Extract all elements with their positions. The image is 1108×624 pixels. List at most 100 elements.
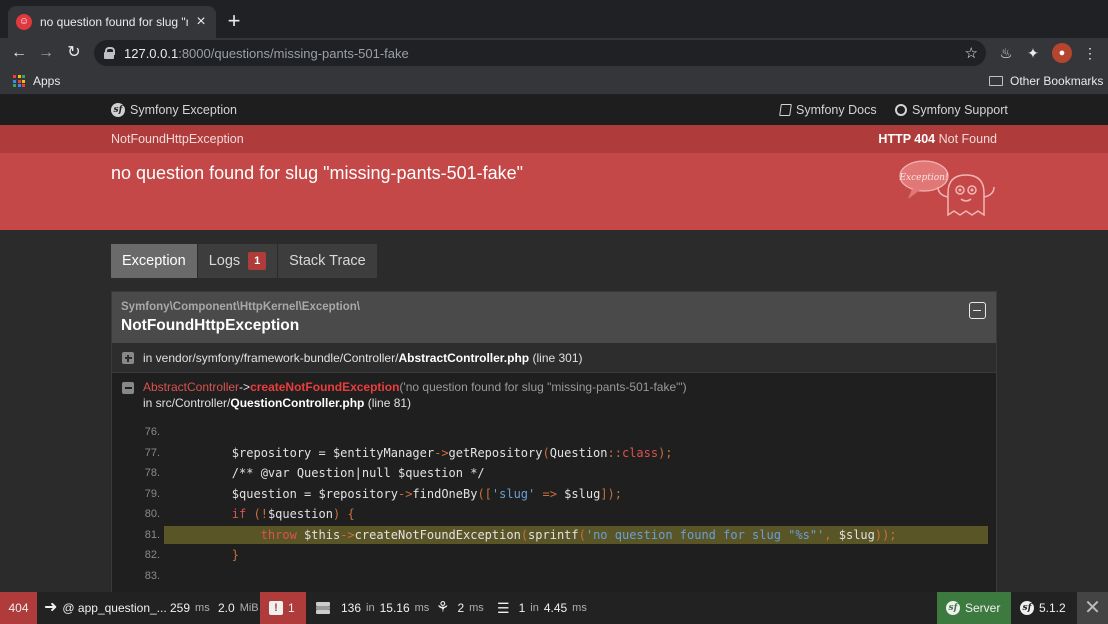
close-toolbar-icon[interactable]: ✕ [1077,592,1108,624]
symfony-version: 5.1.2 [1039,601,1066,615]
line-number: 77. [144,446,160,459]
forward-arrow-icon[interactable]: → [35,42,57,64]
frame-line: (line 81) [367,396,412,410]
page-content: sf Symfony Exception Symfony Docs Symfon… [0,95,1108,592]
frame-args: ('no question found for slug "missing-pa… [399,380,687,394]
database-item[interactable]: ☰ 1 in 4.45 ms [497,592,587,624]
tab-logs-label: Logs [208,253,241,269]
exceptions-item[interactable]: ! 1 [260,592,306,624]
frame-location: in vendor/symfony/framework-bundle/Contr… [143,351,583,365]
code-line: 80. if (!$question) { [112,504,996,524]
status-code-badge[interactable]: 404 [0,592,37,624]
tab-stack-trace[interactable]: Stack Trace [278,244,377,278]
database-icon: ☰ [497,600,510,616]
new-tab-button[interactable]: + [224,8,244,34]
debug-toolbar: 404 ➜ @ app_question_... 259 ms 2.0 MiB ! … [0,592,1108,624]
puzzle-extensions-icon[interactable]: ✦ [1023,43,1043,63]
collapse-trace-icon[interactable] [969,302,986,319]
templates-time: 15.16 [379,601,410,615]
exclamation-icon: ! [269,601,283,615]
collapse-minus-icon[interactable] [122,382,134,394]
frame-line: (line 301) [532,351,583,365]
lock-icon [104,47,115,59]
back-arrow-icon[interactable]: ← [8,42,30,64]
memory-value: 2.0 [218,601,235,615]
docs-label: Symfony Docs [796,103,877,117]
tab-logs[interactable]: Logs 1 [197,244,278,278]
tab-exception[interactable]: Exception [111,244,197,278]
arrow-right-icon: ➜ [44,599,58,616]
time-value: 259 [170,601,191,615]
symfony-support-link[interactable]: Symfony Support [895,103,1008,117]
code-line: 78. /** @var Question|null $question */ [112,463,996,483]
trace-frame[interactable]: in vendor/symfony/framework-bundle/Contr… [112,343,996,373]
address-bar[interactable]: 127.0.0.1:8000/questions/missing-pants-5… [94,40,986,66]
tab-title: no question found for slug "missing-pant… [40,15,188,29]
templates-count: 136 [341,601,362,615]
server-item[interactable]: sf Server [937,592,1011,624]
line-number: 83. [144,569,160,582]
brand-label: Symfony Exception [130,103,237,117]
route-name: @ app_question_... [62,601,167,615]
line-source: $repository = $entityManager->getReposit… [174,445,673,460]
route-item[interactable]: ➜ @ app_question_... [44,592,167,624]
status-code: 404 [8,601,29,615]
templates-unit: ms [414,602,430,614]
reload-icon[interactable]: ↻ [63,42,85,64]
exception-message-banner: no question found for slug "missing-pant… [0,153,1108,230]
templates-in: in [366,602,375,614]
browser-tab[interactable]: ☺ no question found for slug "missing-pa… [8,6,216,38]
profile-avatar[interactable]: ● [1052,43,1072,63]
symfony-brand: sf Symfony Exception [111,103,237,117]
twig-item[interactable]: ⚘ 2 ms [436,592,484,624]
folder-icon [989,76,1003,86]
bookmarks-bar: Apps Other Bookmarks [0,68,1108,95]
fire-extension-icon[interactable]: ♨ [996,43,1016,63]
tab-exception-label: Exception [122,253,186,269]
code-line: 77. $repository = $entityManager->getRep… [112,443,996,463]
line-source: $question = $repository->findOneBy(['slu… [174,486,622,501]
code-line: 79. $question = $repository->findOneBy([… [112,484,996,504]
frame-call: AbstractController->createNotFoundExcept… [143,380,687,394]
code-line: 83. [112,566,996,586]
browser-toolbar: ← → ↻ 127.0.0.1:8000/questions/missing-p… [0,38,1108,68]
symfony-version-item[interactable]: sf 5.1.2 [1011,592,1077,624]
time-item[interactable]: 259 ms [170,592,210,624]
symfony-docs-link[interactable]: Symfony Docs [779,103,877,117]
templates-item[interactable]: 136 in 15.16 ms [316,592,429,624]
symfony-logo-icon: sf [1020,601,1034,615]
support-label: Symfony Support [912,103,1008,117]
exception-namespace: Symfony\Component\HttpKernel\Exception\ [121,301,360,313]
apps-grid-icon[interactable] [13,75,25,87]
symfony-logo-icon: sf [946,601,960,615]
browser-tab-strip: ☺ no question found for slug "missing-pa… [0,0,1108,38]
trace-panel: Symfony\Component\HttpKernel\Exception\ … [111,291,997,592]
db-in: in [530,602,539,614]
frame-class: AbstractController [143,380,240,394]
menu-dots-icon[interactable]: ⋮ [1080,43,1100,63]
exception-class: NotFoundHttpException [111,132,244,146]
twig-time: 2 [457,601,465,615]
code-line: 76. [112,422,996,442]
symfony-logo-icon: sf [111,103,125,117]
line-source: } [231,548,240,562]
expand-plus-icon[interactable] [122,352,134,364]
other-bookmarks[interactable]: Other Bookmarks [989,74,1103,88]
close-tab-icon[interactable]: × [194,13,208,31]
code-line: 81. throw $this->createNotFoundException… [112,525,996,545]
bookmark-star-icon[interactable]: ☆ [965,44,978,62]
apps-bookmark[interactable]: Apps [33,74,60,88]
time-unit: ms [195,602,210,614]
memory-item[interactable]: 2.0 MiB [218,592,259,624]
line-number: 78. [144,467,160,479]
line-source: throw $this->createNotFoundException(spr… [260,527,897,542]
exception-message: no question found for slug "missing-pant… [111,163,524,183]
line-number: 82. [144,549,160,561]
memory-unit: MiB [239,602,259,614]
exceptions-count: 1 [288,601,295,615]
twig-icon: ⚘ [436,599,450,616]
line-source: if (!$question) { [231,507,355,521]
lifebuoy-icon [895,104,907,116]
exception-class-bar: NotFoundHttpException HTTP 404 Not Found [0,125,1108,153]
frame-file: AbstractController.php [398,351,530,365]
